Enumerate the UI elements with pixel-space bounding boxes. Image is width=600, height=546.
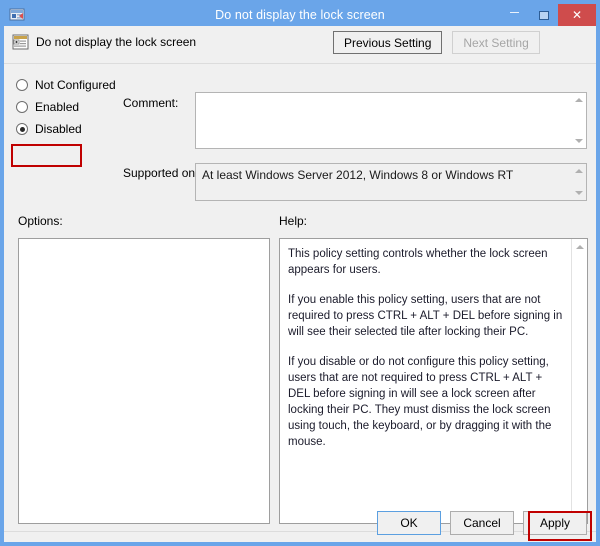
radio-label: Disabled (35, 122, 82, 136)
window-controls: ✕ (500, 4, 596, 26)
supported-on-field: At least Windows Server 2012, Windows 8 … (195, 163, 587, 201)
previous-setting-button[interactable]: Previous Setting (333, 31, 443, 54)
radio-not-configured[interactable]: Not Configured (16, 74, 136, 96)
dialog-footer: OK Cancel Apply (377, 511, 587, 535)
comment-field[interactable] (195, 92, 587, 149)
header-divider (4, 63, 596, 64)
supported-on-value: At least Windows Server 2012, Windows 8 … (202, 168, 514, 182)
scroll-up-icon[interactable] (572, 239, 587, 255)
help-panel: This policy setting controls whether the… (279, 238, 588, 524)
help-paragraph: If you enable this policy setting, users… (288, 294, 563, 338)
options-content (19, 239, 269, 523)
scroll-up-icon[interactable] (571, 93, 586, 107)
maximize-icon (538, 10, 549, 20)
help-paragraph: If you disable or do not configure this … (288, 356, 552, 448)
close-button[interactable]: ✕ (558, 4, 596, 26)
comment-label: Comment: (123, 96, 179, 110)
policy-name-label: Do not display the lock screen (36, 35, 197, 49)
help-text: This policy setting controls whether the… (280, 239, 571, 523)
apply-button[interactable]: Apply (523, 511, 587, 535)
annotation-disabled-highlight (11, 144, 82, 167)
scroll-down-icon[interactable] (571, 186, 586, 200)
radio-label: Enabled (35, 100, 80, 114)
policy-setting-icon (12, 34, 29, 50)
radio-label: Not Configured (35, 78, 116, 92)
supported-on-label: Supported on: (123, 166, 199, 180)
help-paragraph: This policy setting controls whether the… (288, 248, 548, 276)
ok-button[interactable]: OK (377, 511, 441, 535)
policy-setting-dialog: Do not display the lock screen ✕ Do not … (0, 0, 600, 546)
comment-scrollbar[interactable] (571, 93, 586, 148)
radio-disabled[interactable]: Disabled (16, 118, 136, 140)
minimize-button[interactable] (500, 4, 529, 26)
options-panel[interactable] (18, 238, 270, 524)
scroll-up-icon[interactable] (571, 164, 586, 178)
setting-navigation: Previous Setting Next Setting (333, 31, 540, 54)
help-label: Help: (279, 214, 308, 228)
supported-on-scrollbar[interactable] (571, 164, 586, 200)
help-scrollbar[interactable] (571, 239, 587, 523)
title-bar[interactable]: Do not display the lock screen ✕ (4, 4, 596, 26)
options-label: Options: (18, 214, 63, 228)
policy-header: Do not display the lock screen (12, 34, 196, 50)
cancel-button[interactable]: Cancel (450, 511, 514, 535)
group-policy-editor-icon (8, 6, 26, 24)
next-setting-button: Next Setting (452, 31, 540, 54)
dialog-body: Do not display the lock screen Previous … (4, 26, 596, 542)
minimize-icon (510, 12, 519, 13)
policy-state-radio-group: Not Configured Enabled Disabled (16, 74, 136, 140)
scroll-down-icon[interactable] (571, 134, 586, 148)
radio-selected-icon (16, 123, 28, 135)
radio-icon (16, 101, 28, 113)
maximize-button[interactable] (529, 4, 558, 26)
comment-input[interactable] (196, 93, 571, 148)
radio-icon (16, 79, 28, 91)
radio-enabled[interactable]: Enabled (16, 96, 136, 118)
